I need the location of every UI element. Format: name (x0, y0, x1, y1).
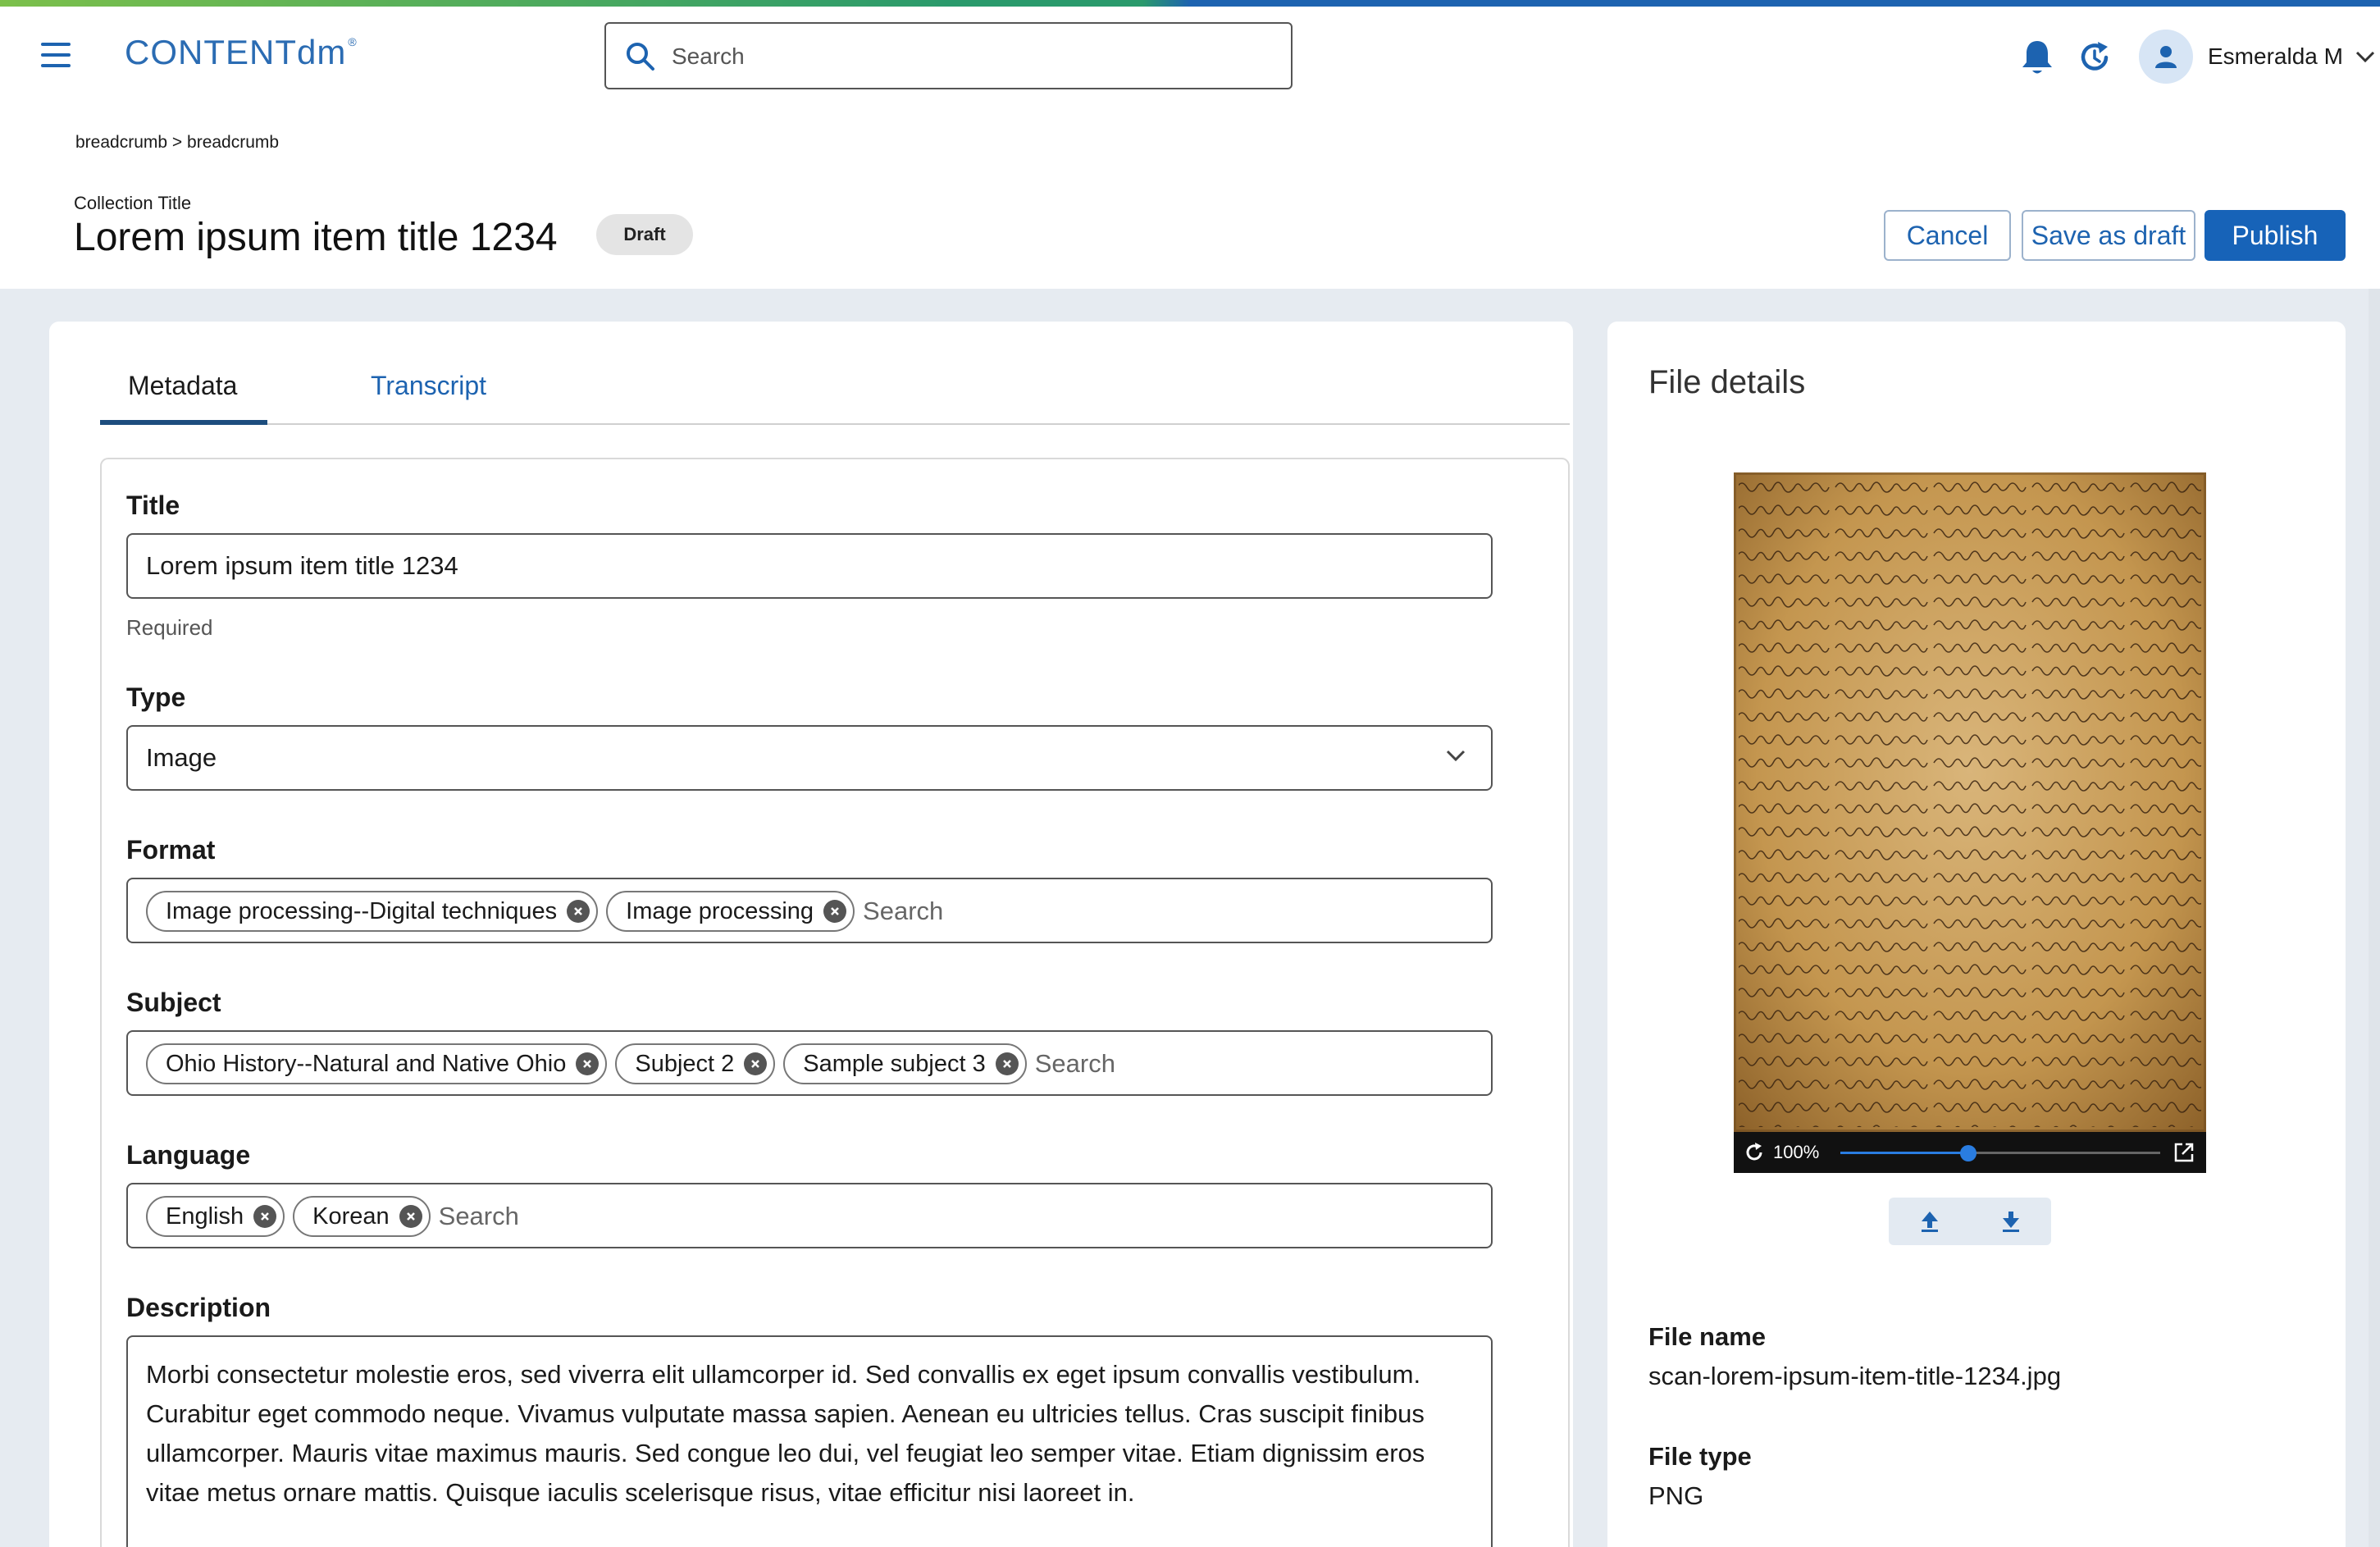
subject-chip: Sample subject 3 (783, 1043, 1027, 1084)
chip-label: Ohio History--Natural and Native Ohio (166, 1050, 567, 1077)
chevron-down-icon (1446, 750, 1466, 762)
avatar (2139, 30, 2193, 84)
remove-chip-icon[interactable] (567, 900, 590, 923)
file-details-card: File details 100% File name scan-lorem-i… (1607, 322, 2346, 1547)
download-icon[interactable] (2001, 1210, 2021, 1233)
file-details-heading: File details (1648, 364, 1806, 400)
description-label: Description (126, 1293, 271, 1322)
search-input[interactable] (672, 35, 1262, 78)
user-icon (2155, 46, 2177, 68)
metadata-card: Metadata Transcript Title Lorem ipsum it… (49, 322, 1573, 1547)
page-scrollbar[interactable] (2369, 289, 2380, 1547)
zoom-level: 100% (1773, 1142, 1820, 1162)
zoom-slider[interactable] (1840, 1145, 2160, 1161)
language-chip: English (146, 1196, 285, 1237)
collection-title: Collection Title (74, 193, 192, 213)
chip-label: Image processing (626, 897, 814, 924)
format-search-input[interactable] (863, 897, 1110, 926)
format-chip: Image processing (606, 891, 855, 932)
app-logo[interactable]: CONTENTdm ® (125, 33, 358, 72)
global-search[interactable] (604, 22, 1293, 89)
document-scan-image[interactable] (1734, 472, 2206, 1132)
description-textarea[interactable]: Morbi consectetur molestie eros, sed viv… (126, 1335, 1493, 1547)
breadcrumb: breadcrumb > breadcrumb (75, 133, 279, 153)
breadcrumb-link[interactable]: breadcrumb (75, 133, 167, 152)
page-title: Lorem ipsum item title 1234 (74, 216, 558, 259)
breadcrumb-link[interactable]: breadcrumb (187, 133, 279, 152)
remove-chip-icon[interactable] (576, 1052, 600, 1075)
refresh-icon[interactable] (2077, 39, 2113, 75)
status-badge: Draft (596, 214, 693, 255)
file-name-value: scan-lorem-ipsum-item-title-1234.jpg (1648, 1362, 2062, 1390)
type-value: Image (146, 743, 217, 772)
format-chip: Image processing--Digital techniques (146, 891, 599, 932)
user-menu[interactable]: Esmeralda M (2139, 30, 2376, 84)
remove-chip-icon[interactable] (995, 1052, 1019, 1075)
logo-text: CONTENTdm (125, 33, 347, 71)
type-label: Type (126, 682, 186, 712)
zoom-slider-fill (1840, 1152, 1968, 1154)
file-name-label: File name (1648, 1322, 1766, 1351)
upload-icon[interactable] (1920, 1210, 1940, 1233)
search-icon (627, 43, 654, 71)
subject-chip: Subject 2 (615, 1043, 776, 1084)
format-label: Format (126, 835, 216, 865)
subject-search-input[interactable] (1034, 1049, 1281, 1079)
remove-chip-icon[interactable] (253, 1205, 277, 1228)
open-external-icon[interactable] (2173, 1142, 2195, 1163)
upload-download-group (1889, 1198, 2051, 1245)
title-field[interactable]: Lorem ipsum item title 1234 (126, 533, 1493, 599)
remove-chip-icon[interactable] (399, 1205, 422, 1228)
file-type-label: File type (1648, 1442, 1752, 1471)
breadcrumb-separator: > (171, 133, 183, 152)
format-field[interactable]: Image processing--Digital techniques Ima… (126, 878, 1493, 943)
language-search-input[interactable] (438, 1202, 685, 1231)
active-tab-indicator (100, 420, 267, 425)
chip-label: Sample subject 3 (803, 1050, 986, 1077)
tab-bar: Metadata Transcript (100, 354, 1570, 425)
publish-button[interactable]: Publish (2204, 210, 2346, 261)
top-accent-bar (0, 0, 2380, 7)
chip-label: English (166, 1202, 244, 1230)
bell-icon[interactable] (2019, 38, 2055, 77)
language-chip: Korean (293, 1196, 431, 1237)
subject-label: Subject (126, 988, 221, 1017)
remove-chip-icon[interactable] (744, 1052, 768, 1075)
title-hint: Required (126, 615, 213, 640)
image-viewer-toolbar: 100% (1734, 1132, 2206, 1173)
logo-mark: ® (348, 35, 358, 48)
menu-icon[interactable] (41, 43, 71, 67)
title-value: Lorem ipsum item title 1234 (146, 551, 458, 580)
subject-chip: Ohio History--Natural and Native Ohio (146, 1043, 608, 1084)
title-label: Title (126, 491, 180, 520)
chevron-down-icon (2355, 51, 2374, 63)
chip-label: Image processing--Digital techniques (166, 897, 558, 924)
subject-field[interactable]: Ohio History--Natural and Native Ohio Su… (126, 1030, 1493, 1096)
user-name: Esmeralda M (2208, 43, 2343, 69)
chip-label: Subject 2 (635, 1050, 735, 1077)
zoom-slider-thumb[interactable] (1960, 1145, 1976, 1161)
cancel-button[interactable]: Cancel (1884, 210, 2011, 261)
reset-zoom-icon[interactable] (1744, 1142, 1765, 1163)
type-select[interactable]: Image (126, 725, 1493, 791)
tab-metadata[interactable]: Metadata (128, 371, 237, 401)
save-draft-button[interactable]: Save as draft (2022, 210, 2195, 261)
file-type-value: PNG (1648, 1481, 1704, 1510)
tab-transcript[interactable]: Transcript (371, 371, 486, 401)
handwritten-page-illustration (1734, 472, 2206, 1132)
language-field[interactable]: English Korean (126, 1183, 1493, 1248)
remove-chip-icon[interactable] (823, 900, 847, 923)
language-label: Language (126, 1140, 251, 1170)
metadata-form: Title Lorem ipsum item title 1234 Requir… (100, 458, 1570, 1547)
chip-label: Korean (312, 1202, 390, 1230)
